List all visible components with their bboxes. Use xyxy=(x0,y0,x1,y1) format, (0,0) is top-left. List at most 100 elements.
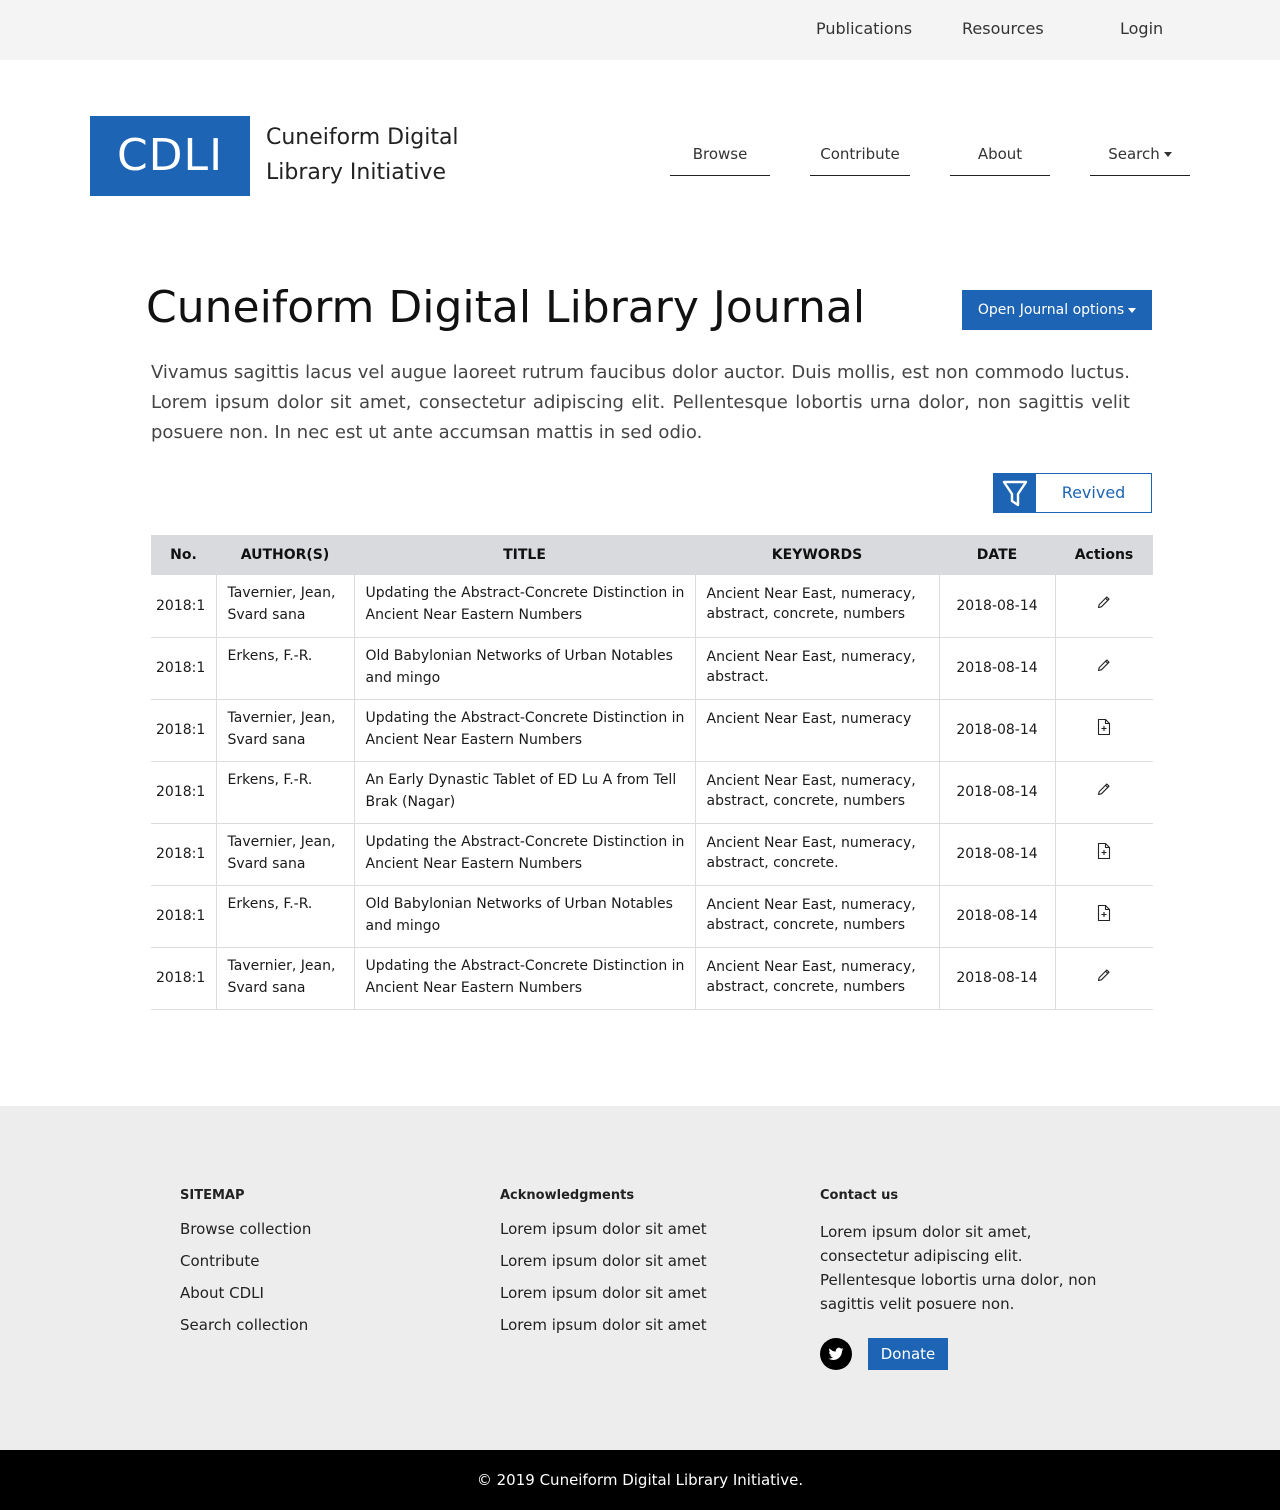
filter-toggle[interactable]: Revived xyxy=(993,473,1152,513)
page-title: Cuneiform Digital Library Journal xyxy=(146,282,866,333)
author-link[interactable]: Tavernier, Jean, Svard sana xyxy=(215,823,354,886)
issue-number: 2018:1 xyxy=(151,761,216,824)
table-header-row: No. AUTHOR(S) TITLE KEYWORDS DATE Action… xyxy=(151,535,1153,575)
publication-date: 2018-08-14 xyxy=(938,947,1055,1010)
table-row: 2018:1 Tavernier, Jean, Svard sana Updatin… xyxy=(151,575,1153,638)
twitter-icon[interactable] xyxy=(820,1338,852,1370)
author-link[interactable]: Erkens, F.-R. xyxy=(215,761,354,824)
publication-date: 2018-08-14 xyxy=(938,637,1055,700)
title-text: Updating the Abstract-Concrete Distincti… xyxy=(353,699,695,762)
acknowledgments-heading: Acknowledgments xyxy=(500,1188,635,1203)
author-link[interactable]: Erkens, F.-R. xyxy=(215,885,354,948)
issue-number: 2018:1 xyxy=(151,885,216,948)
site-name-line-1: Cuneiform Digital xyxy=(266,125,459,150)
author-link[interactable]: Tavernier, Jean, Svard sana xyxy=(215,947,354,1010)
nav-contribute[interactable]: Contribute xyxy=(810,145,910,176)
sitemap-link[interactable]: About CDLI xyxy=(180,1284,311,1316)
title-text: Updating the Abstract-Concrete Distincti… xyxy=(353,823,695,886)
publication-date: 2018-08-14 xyxy=(938,575,1055,638)
table-row: 2018:1 Erkens, F.-R. An Early Dynastic Ta… xyxy=(151,761,1153,824)
acknowledgment-item: Lorem ipsum dolor sit amet xyxy=(500,1252,707,1270)
filter-icon xyxy=(994,474,1036,512)
actions-cell xyxy=(1054,885,1153,948)
title-link[interactable]: An Early Dynastic Tablet of ED Lu A from… xyxy=(353,761,695,824)
header-date: DATE xyxy=(939,535,1055,575)
table-row: 2018:1 Tavernier, Jean, Svard sana Updatin… xyxy=(151,947,1153,1010)
keywords: Ancient Near East, numeracy, abstract, c… xyxy=(694,885,939,948)
title-link[interactable]: Updating the Abstract-Concrete Distincti… xyxy=(353,575,695,638)
issue-number: 2018:1 xyxy=(151,823,216,886)
top-utility-bar: Publications Resources Login xyxy=(0,0,1280,60)
nav-browse[interactable]: Browse xyxy=(670,145,770,176)
actions-cell xyxy=(1054,947,1153,1010)
contact-text: Lorem ipsum dolor sit amet, consectetur … xyxy=(820,1223,1097,1313)
footer-contact: Contact us Lorem ipsum dolor sit amet, c… xyxy=(820,1188,1120,1388)
author-link[interactable]: Tavernier, Jean, Svard sana xyxy=(215,575,354,638)
publication-date: 2018-08-14 xyxy=(938,823,1055,886)
header-title: TITLE xyxy=(354,535,695,575)
keywords: Ancient Near East, numeracy, abstract, c… xyxy=(694,947,939,1010)
author-link[interactable]: Tavernier, Jean, Svard sana xyxy=(215,699,354,762)
top-nav-resources[interactable]: Resources xyxy=(962,19,1044,38)
publication-date: 2018-08-14 xyxy=(938,699,1055,762)
pencil-icon[interactable] xyxy=(1096,596,1112,614)
site-name-line-2: Library Initiative xyxy=(266,160,446,185)
table-row: 2018:1 Tavernier, Jean, Svard sana Updatin… xyxy=(151,823,1153,886)
actions-cell xyxy=(1054,575,1153,638)
cdli-logo[interactable]: CDLI xyxy=(90,116,250,196)
nav-search[interactable]: Search xyxy=(1090,145,1190,176)
keywords: Ancient Near East, numeracy, abstract, c… xyxy=(694,823,939,886)
acknowledgment-item: Lorem ipsum dolor sit amet xyxy=(500,1284,707,1302)
donate-button[interactable]: Donate xyxy=(868,1338,948,1370)
actions-cell xyxy=(1054,637,1153,700)
file-add-icon[interactable] xyxy=(1096,718,1112,740)
open-journal-options-button[interactable]: Open Journal options xyxy=(962,290,1152,330)
table-row: 2018:1 Erkens, F.-R. Old Babylonian Networ… xyxy=(151,885,1153,948)
nav-about[interactable]: About xyxy=(950,145,1050,176)
publication-date: 2018-08-14 xyxy=(938,761,1055,824)
sitemap-link[interactable]: Search collection xyxy=(180,1316,311,1348)
file-add-icon[interactable] xyxy=(1096,842,1112,864)
filter-label: Revived xyxy=(1061,483,1126,502)
author-link[interactable]: Erkens, F.-R. xyxy=(215,637,354,700)
journal-options-label: Open Journal options xyxy=(977,302,1125,318)
header-authors: AUTHOR(S) xyxy=(216,535,354,575)
caret-down-icon xyxy=(1128,307,1137,313)
footer-sitemap: SITEMAP Browse collection Contribute Abo… xyxy=(180,1188,311,1348)
keywords: Ancient Near East, numeracy, abstract, c… xyxy=(694,575,939,638)
pencil-icon[interactable] xyxy=(1096,968,1112,987)
pencil-icon[interactable] xyxy=(1096,782,1112,801)
site-name[interactable]: Cuneiform Digital Library Initiative xyxy=(266,120,506,190)
keywords: Ancient Near East, numeracy, abstract. xyxy=(694,637,939,700)
title-link[interactable]: Updating the Abstract-Concrete Distincti… xyxy=(353,947,695,1010)
acknowledgment-item: Lorem ipsum dolor sit amet xyxy=(500,1220,707,1238)
header-no: No. xyxy=(151,535,216,575)
copyright: © 2019 Cuneiform Digital Library Initiat… xyxy=(0,1450,1280,1510)
issue-number: 2018:1 xyxy=(151,575,216,638)
sitemap-link[interactable]: Contribute xyxy=(180,1252,311,1284)
sitemap-link[interactable]: Browse collection xyxy=(180,1220,311,1252)
nav-search-label: Search xyxy=(1108,145,1160,163)
actions-cell xyxy=(1054,823,1153,886)
keywords: Ancient Near East, numeracy, abstract, c… xyxy=(694,761,939,824)
table-row: 2018:1 Erkens, F.-R. Old Babylonian Networ… xyxy=(151,637,1153,700)
actions-cell xyxy=(1054,699,1153,762)
keywords: Ancient Near East, numeracy xyxy=(694,699,939,762)
publications-table: No. AUTHOR(S) TITLE KEYWORDS DATE Action… xyxy=(151,535,1153,1010)
actions-cell xyxy=(1054,761,1153,824)
contact-heading: Contact us xyxy=(820,1188,899,1203)
table-body: 2018:1 Tavernier, Jean, Svard sana Updatin… xyxy=(151,575,1153,1010)
header-actions: Actions xyxy=(1055,535,1153,575)
footer: SITEMAP Browse collection Contribute Abo… xyxy=(0,1106,1280,1450)
intro-paragraph: Vivamus sagittis lacus vel augue laoreet… xyxy=(151,362,1130,443)
publication-date: 2018-08-14 xyxy=(938,885,1055,948)
title-link[interactable]: Old Babylonian Networks of Urban Notable… xyxy=(353,637,695,700)
caret-down-icon xyxy=(1163,152,1172,157)
issue-number: 2018:1 xyxy=(151,947,216,1010)
file-add-icon[interactable] xyxy=(1096,904,1112,926)
top-nav-login[interactable]: Login xyxy=(1120,19,1163,38)
pencil-icon[interactable] xyxy=(1096,658,1112,677)
top-nav-publications[interactable]: Publications xyxy=(816,19,912,38)
header-keywords: KEYWORDS xyxy=(695,535,939,575)
sitemap-heading: SITEMAP xyxy=(180,1188,245,1203)
